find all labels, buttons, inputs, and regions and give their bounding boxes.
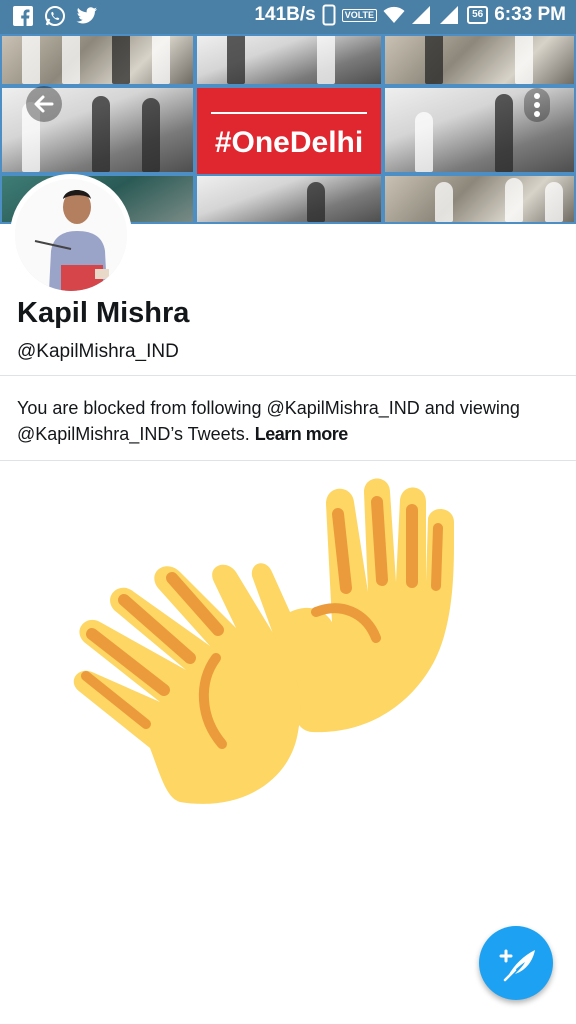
- waving-hands-illustration: [73, 478, 454, 804]
- status-bar: 141B/s VOLTE 56 6:33 PM: [0, 0, 576, 34]
- twitter-icon: [76, 7, 98, 24]
- banner-photo: [383, 34, 576, 86]
- person-silhouette: [15, 179, 127, 291]
- divider: [0, 460, 576, 461]
- compose-feather-icon: [499, 949, 535, 982]
- volte-badge: VOLTE: [341, 8, 378, 22]
- whatsapp-icon: [45, 6, 65, 26]
- facebook-icon: [13, 6, 33, 26]
- banner-photo: [0, 34, 195, 86]
- wifi-icon: [383, 6, 405, 23]
- banner-photo: [383, 174, 576, 224]
- phone-icon: [322, 4, 336, 26]
- signal-2-icon: [440, 6, 459, 24]
- battery-indicator: 56: [467, 6, 489, 24]
- arrow-left-icon: [34, 95, 54, 113]
- avatar-photo: [15, 179, 127, 291]
- clock: 6:33 PM: [494, 4, 566, 25]
- profile-handle: @KapilMishra_IND: [17, 341, 179, 362]
- learn-more-link[interactable]: Learn more: [255, 424, 349, 444]
- notification-icons: [12, 5, 98, 27]
- banner-photo: [195, 174, 383, 224]
- divider: [0, 375, 576, 376]
- banner-photo: [195, 34, 383, 86]
- blocked-notice: You are blocked from following @KapilMis…: [17, 395, 567, 447]
- network-speed: 141B/s: [254, 4, 316, 25]
- overflow-menu-button[interactable]: [524, 88, 550, 122]
- system-status: 141B/s VOLTE 56 6:33 PM: [254, 4, 566, 26]
- back-button[interactable]: [26, 86, 62, 122]
- hashtag-text: #OneDelhi: [214, 126, 364, 159]
- compose-tweet-button[interactable]: [479, 926, 553, 1000]
- avatar[interactable]: [10, 174, 132, 296]
- signal-1-icon: [412, 6, 431, 24]
- profile-name: Kapil Mishra: [17, 297, 190, 329]
- more-vertical-icon: [534, 93, 540, 117]
